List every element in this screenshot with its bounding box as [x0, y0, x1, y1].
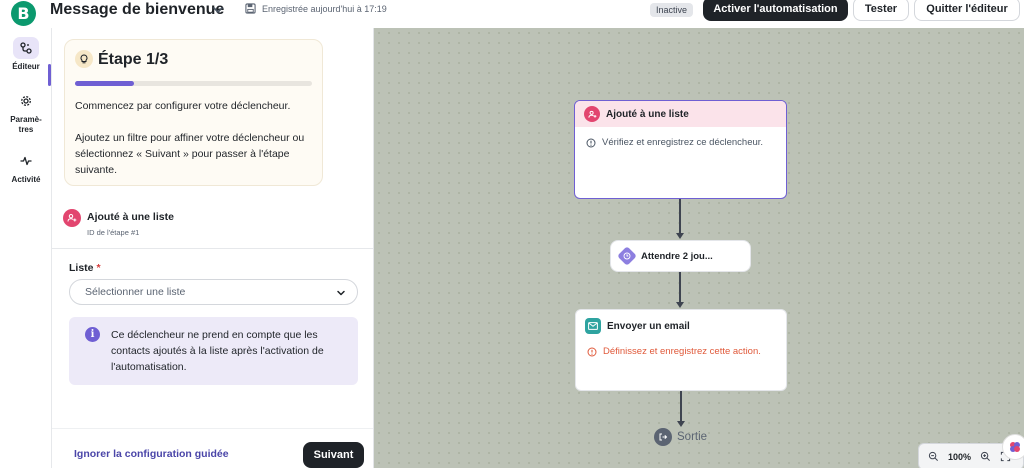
arrow-icon [676, 302, 684, 308]
nav-item-settings[interactable]: Paramè-tres [0, 90, 52, 135]
nav-item-activity[interactable]: Activité [0, 150, 52, 185]
save-icon [245, 3, 256, 14]
zoom-in-icon[interactable] [980, 451, 991, 462]
footer-divider [52, 428, 373, 429]
zoom-out-icon[interactable] [928, 451, 939, 462]
test-button[interactable]: Tester [853, 0, 909, 21]
info-text: Ce déclencheur ne prend en compte que le… [111, 329, 324, 373]
nav-label: Éditeur [12, 62, 40, 71]
wait-node[interactable]: Attendre 2 jou... [610, 240, 751, 272]
workflow-icon [20, 42, 32, 54]
alert-circle-icon [586, 138, 596, 147]
add-user-icon [584, 106, 600, 122]
email-node[interactable]: Envoyer un email Définissez et enregistr… [575, 309, 787, 391]
exit-node: Sortie [654, 428, 707, 446]
save-status: Enregistrée aujourd'hui à 17:19 [245, 3, 387, 14]
next-button[interactable]: Suivant [303, 442, 364, 468]
trigger-title: Ajouté à une liste [87, 211, 174, 223]
mail-icon [585, 318, 601, 334]
trigger-header: Ajouté à une liste ID de l'étape #1 [63, 208, 363, 238]
list-select-placeholder: Sélectionner une liste [85, 286, 186, 298]
guide-card: Étape 1/3 Commencez par configurer votre… [64, 39, 323, 186]
list-select[interactable]: Sélectionner une liste [69, 279, 358, 305]
chevron-down-icon [337, 290, 345, 296]
clock-icon [617, 246, 637, 266]
warning-icon [587, 347, 597, 356]
guide-text: Commencez par configurer votre déclenche… [75, 98, 315, 178]
automation-title[interactable]: Message de bienvenue [50, 1, 224, 19]
step-title: Étape 1/3 [98, 51, 169, 68]
step-progress-bar [75, 81, 312, 86]
exit-label: Sortie [677, 431, 708, 443]
brevo-logo[interactable]: B [11, 1, 36, 26]
configuration-panel: Étape 1/3 Commencez par configurer votre… [52, 28, 374, 468]
gear-icon [21, 96, 31, 106]
nav-item-editor[interactable]: Éditeur [0, 37, 52, 72]
connector-line [680, 391, 682, 422]
email-node-title: Envoyer un email [607, 320, 690, 332]
status-badge: Inactive [650, 3, 694, 17]
email-node-warning: Définissez et enregistrez cette action. [603, 346, 761, 357]
trigger-node[interactable]: Ajouté à une liste Vérifiez et enregistr… [574, 100, 787, 199]
assistant-button[interactable] [1002, 434, 1024, 460]
info-icon: i [85, 327, 100, 342]
trigger-node-title: Ajouté à une liste [606, 108, 689, 120]
zoom-level: 100% [948, 451, 972, 462]
saved-text: Enregistrée aujourd'hui à 17:19 [262, 3, 387, 14]
trigger-node-message: Vérifiez et enregistrez ce déclencheur. [602, 137, 764, 148]
wait-node-title: Attendre 2 jou... [641, 250, 713, 262]
top-bar: B Message de bienvenue Enregistrée aujou… [0, 0, 1024, 28]
list-field-label: Liste * [69, 262, 101, 274]
nav-label: Activité [11, 175, 41, 184]
lightbulb-icon [75, 50, 93, 68]
arrow-icon [677, 421, 685, 427]
workflow-canvas[interactable]: Ajouté à une liste Vérifiez et enregistr… [374, 28, 1024, 468]
left-navigation: Éditeur Paramè-tres Activité [0, 28, 52, 468]
guide-text-1: Commencez par configurer votre déclenche… [75, 100, 291, 112]
required-mark: * [96, 262, 101, 274]
info-notice: i Ce déclencheur ne prend en compte que … [69, 317, 358, 385]
activate-automation-button[interactable]: Activer l'automatisation [703, 0, 848, 21]
guide-text-2: Ajoutez un filtre pour affiner votre déc… [75, 132, 305, 176]
exit-icon [654, 428, 672, 446]
connector-line [679, 272, 681, 303]
step-id: ID de l'étape #1 [87, 228, 140, 237]
nav-label: Paramè-tres [10, 115, 42, 134]
arrow-icon [676, 233, 684, 239]
brain-icon [1010, 442, 1020, 452]
connector-line [679, 199, 681, 234]
skip-guided-setup-link[interactable]: Ignorer la configuration guidée [74, 448, 229, 460]
chevron-down-icon[interactable] [211, 3, 225, 17]
progress-fill [75, 81, 135, 86]
activity-icon [20, 156, 32, 166]
divider [52, 248, 373, 249]
add-user-icon [63, 209, 81, 227]
quit-editor-button[interactable]: Quitter l'éditeur [914, 0, 1020, 21]
